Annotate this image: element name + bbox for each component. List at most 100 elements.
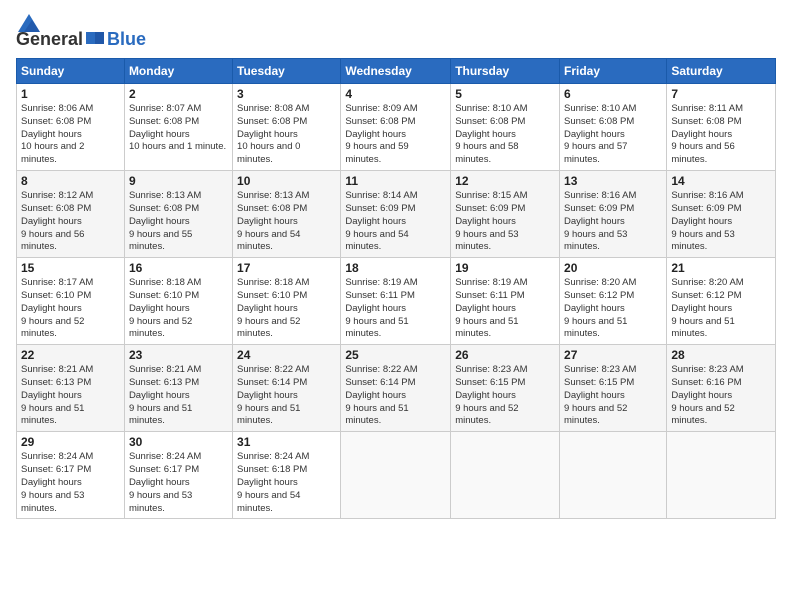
calendar-cell: 19 Sunrise: 8:19 AMSunset: 6:11 PMDaylig… bbox=[451, 258, 560, 345]
day-info: Sunrise: 8:07 AMSunset: 6:08 PMDaylight … bbox=[129, 103, 226, 152]
calendar-cell: 3 Sunrise: 8:08 AMSunset: 6:08 PMDayligh… bbox=[233, 84, 341, 171]
day-number: 1 bbox=[21, 87, 120, 101]
calendar-cell: 5 Sunrise: 8:10 AMSunset: 6:08 PMDayligh… bbox=[451, 84, 560, 171]
day-number: 22 bbox=[21, 348, 120, 362]
day-number: 30 bbox=[129, 435, 228, 449]
day-number: 16 bbox=[129, 261, 228, 275]
day-info: Sunrise: 8:17 AMSunset: 6:10 PMDaylight … bbox=[21, 277, 93, 339]
calendar-header-row: SundayMondayTuesdayWednesdayThursdayFrid… bbox=[17, 59, 776, 84]
day-number: 28 bbox=[671, 348, 771, 362]
calendar-cell: 27 Sunrise: 8:23 AMSunset: 6:15 PMDaylig… bbox=[560, 345, 667, 432]
day-number: 6 bbox=[564, 87, 662, 101]
day-info: Sunrise: 8:24 AMSunset: 6:17 PMDaylight … bbox=[129, 451, 201, 513]
calendar-cell: 7 Sunrise: 8:11 AMSunset: 6:08 PMDayligh… bbox=[667, 84, 776, 171]
calendar-day-header: Thursday bbox=[451, 59, 560, 84]
logo: General Blue bbox=[16, 12, 146, 50]
calendar-day-header: Monday bbox=[124, 59, 232, 84]
calendar-cell: 31 Sunrise: 8:24 AMSunset: 6:18 PMDaylig… bbox=[233, 432, 341, 519]
day-number: 27 bbox=[564, 348, 662, 362]
day-info: Sunrise: 8:22 AMSunset: 6:14 PMDaylight … bbox=[345, 364, 417, 426]
day-number: 29 bbox=[21, 435, 120, 449]
day-info: Sunrise: 8:09 AMSunset: 6:08 PMDaylight … bbox=[345, 103, 417, 165]
day-number: 12 bbox=[455, 174, 555, 188]
calendar-day-header: Saturday bbox=[667, 59, 776, 84]
day-number: 23 bbox=[129, 348, 228, 362]
calendar-cell: 26 Sunrise: 8:23 AMSunset: 6:15 PMDaylig… bbox=[451, 345, 560, 432]
calendar-cell: 30 Sunrise: 8:24 AMSunset: 6:17 PMDaylig… bbox=[124, 432, 232, 519]
logo-general-text2: General bbox=[16, 29, 83, 50]
calendar-cell: 1 Sunrise: 8:06 AMSunset: 6:08 PMDayligh… bbox=[17, 84, 125, 171]
calendar-cell: 13 Sunrise: 8:16 AMSunset: 6:09 PMDaylig… bbox=[560, 171, 667, 258]
day-number: 14 bbox=[671, 174, 771, 188]
day-number: 10 bbox=[237, 174, 336, 188]
calendar-cell: 21 Sunrise: 8:20 AMSunset: 6:12 PMDaylig… bbox=[667, 258, 776, 345]
logo-flag-icon bbox=[84, 31, 106, 49]
calendar-cell: 8 Sunrise: 8:12 AMSunset: 6:08 PMDayligh… bbox=[17, 171, 125, 258]
day-number: 8 bbox=[21, 174, 120, 188]
calendar-cell: 9 Sunrise: 8:13 AMSunset: 6:08 PMDayligh… bbox=[124, 171, 232, 258]
day-info: Sunrise: 8:10 AMSunset: 6:08 PMDaylight … bbox=[455, 103, 527, 165]
day-number: 19 bbox=[455, 261, 555, 275]
calendar-week-row: 29 Sunrise: 8:24 AMSunset: 6:17 PMDaylig… bbox=[17, 432, 776, 519]
day-number: 2 bbox=[129, 87, 228, 101]
day-number: 13 bbox=[564, 174, 662, 188]
calendar-day-header: Friday bbox=[560, 59, 667, 84]
day-info: Sunrise: 8:20 AMSunset: 6:12 PMDaylight … bbox=[564, 277, 636, 339]
day-number: 25 bbox=[345, 348, 446, 362]
day-info: Sunrise: 8:18 AMSunset: 6:10 PMDaylight … bbox=[129, 277, 201, 339]
calendar-cell bbox=[667, 432, 776, 519]
day-number: 20 bbox=[564, 261, 662, 275]
day-info: Sunrise: 8:23 AMSunset: 6:16 PMDaylight … bbox=[671, 364, 743, 426]
day-info: Sunrise: 8:15 AMSunset: 6:09 PMDaylight … bbox=[455, 190, 527, 252]
day-number: 31 bbox=[237, 435, 336, 449]
calendar-week-row: 8 Sunrise: 8:12 AMSunset: 6:08 PMDayligh… bbox=[17, 171, 776, 258]
calendar-day-header: Sunday bbox=[17, 59, 125, 84]
day-number: 21 bbox=[671, 261, 771, 275]
calendar-week-row: 22 Sunrise: 8:21 AMSunset: 6:13 PMDaylig… bbox=[17, 345, 776, 432]
calendar-cell: 29 Sunrise: 8:24 AMSunset: 6:17 PMDaylig… bbox=[17, 432, 125, 519]
calendar-cell bbox=[451, 432, 560, 519]
day-number: 24 bbox=[237, 348, 336, 362]
day-info: Sunrise: 8:21 AMSunset: 6:13 PMDaylight … bbox=[129, 364, 201, 426]
calendar-week-row: 15 Sunrise: 8:17 AMSunset: 6:10 PMDaylig… bbox=[17, 258, 776, 345]
day-info: Sunrise: 8:16 AMSunset: 6:09 PMDaylight … bbox=[564, 190, 636, 252]
day-info: Sunrise: 8:24 AMSunset: 6:17 PMDaylight … bbox=[21, 451, 93, 513]
day-number: 3 bbox=[237, 87, 336, 101]
calendar-week-row: 1 Sunrise: 8:06 AMSunset: 6:08 PMDayligh… bbox=[17, 84, 776, 171]
day-number: 26 bbox=[455, 348, 555, 362]
day-info: Sunrise: 8:22 AMSunset: 6:14 PMDaylight … bbox=[237, 364, 309, 426]
day-number: 9 bbox=[129, 174, 228, 188]
day-info: Sunrise: 8:24 AMSunset: 6:18 PMDaylight … bbox=[237, 451, 309, 513]
day-number: 18 bbox=[345, 261, 446, 275]
day-number: 7 bbox=[671, 87, 771, 101]
calendar-day-header: Wednesday bbox=[341, 59, 451, 84]
logo-blue-text: Blue bbox=[107, 29, 146, 50]
day-info: Sunrise: 8:10 AMSunset: 6:08 PMDaylight … bbox=[564, 103, 636, 165]
day-info: Sunrise: 8:23 AMSunset: 6:15 PMDaylight … bbox=[455, 364, 527, 426]
calendar-table: SundayMondayTuesdayWednesdayThursdayFrid… bbox=[16, 58, 776, 519]
calendar-cell: 15 Sunrise: 8:17 AMSunset: 6:10 PMDaylig… bbox=[17, 258, 125, 345]
page-container: General Blue SundayMondayTuesdayWednesda… bbox=[0, 0, 792, 527]
day-info: Sunrise: 8:13 AMSunset: 6:08 PMDaylight … bbox=[129, 190, 201, 252]
calendar-cell: 20 Sunrise: 8:20 AMSunset: 6:12 PMDaylig… bbox=[560, 258, 667, 345]
calendar-cell: 25 Sunrise: 8:22 AMSunset: 6:14 PMDaylig… bbox=[341, 345, 451, 432]
day-number: 5 bbox=[455, 87, 555, 101]
calendar-cell: 14 Sunrise: 8:16 AMSunset: 6:09 PMDaylig… bbox=[667, 171, 776, 258]
day-info: Sunrise: 8:23 AMSunset: 6:15 PMDaylight … bbox=[564, 364, 636, 426]
calendar-cell: 6 Sunrise: 8:10 AMSunset: 6:08 PMDayligh… bbox=[560, 84, 667, 171]
day-info: Sunrise: 8:12 AMSunset: 6:08 PMDaylight … bbox=[21, 190, 93, 252]
day-number: 4 bbox=[345, 87, 446, 101]
day-number: 17 bbox=[237, 261, 336, 275]
day-info: Sunrise: 8:13 AMSunset: 6:08 PMDaylight … bbox=[237, 190, 309, 252]
day-info: Sunrise: 8:18 AMSunset: 6:10 PMDaylight … bbox=[237, 277, 309, 339]
day-number: 15 bbox=[21, 261, 120, 275]
day-info: Sunrise: 8:06 AMSunset: 6:08 PMDaylight … bbox=[21, 103, 93, 165]
day-info: Sunrise: 8:21 AMSunset: 6:13 PMDaylight … bbox=[21, 364, 93, 426]
day-info: Sunrise: 8:08 AMSunset: 6:08 PMDaylight … bbox=[237, 103, 309, 165]
calendar-cell: 24 Sunrise: 8:22 AMSunset: 6:14 PMDaylig… bbox=[233, 345, 341, 432]
calendar-cell: 2 Sunrise: 8:07 AMSunset: 6:08 PMDayligh… bbox=[124, 84, 232, 171]
day-info: Sunrise: 8:14 AMSunset: 6:09 PMDaylight … bbox=[345, 190, 417, 252]
calendar-cell: 11 Sunrise: 8:14 AMSunset: 6:09 PMDaylig… bbox=[341, 171, 451, 258]
calendar-cell bbox=[560, 432, 667, 519]
calendar-cell: 17 Sunrise: 8:18 AMSunset: 6:10 PMDaylig… bbox=[233, 258, 341, 345]
